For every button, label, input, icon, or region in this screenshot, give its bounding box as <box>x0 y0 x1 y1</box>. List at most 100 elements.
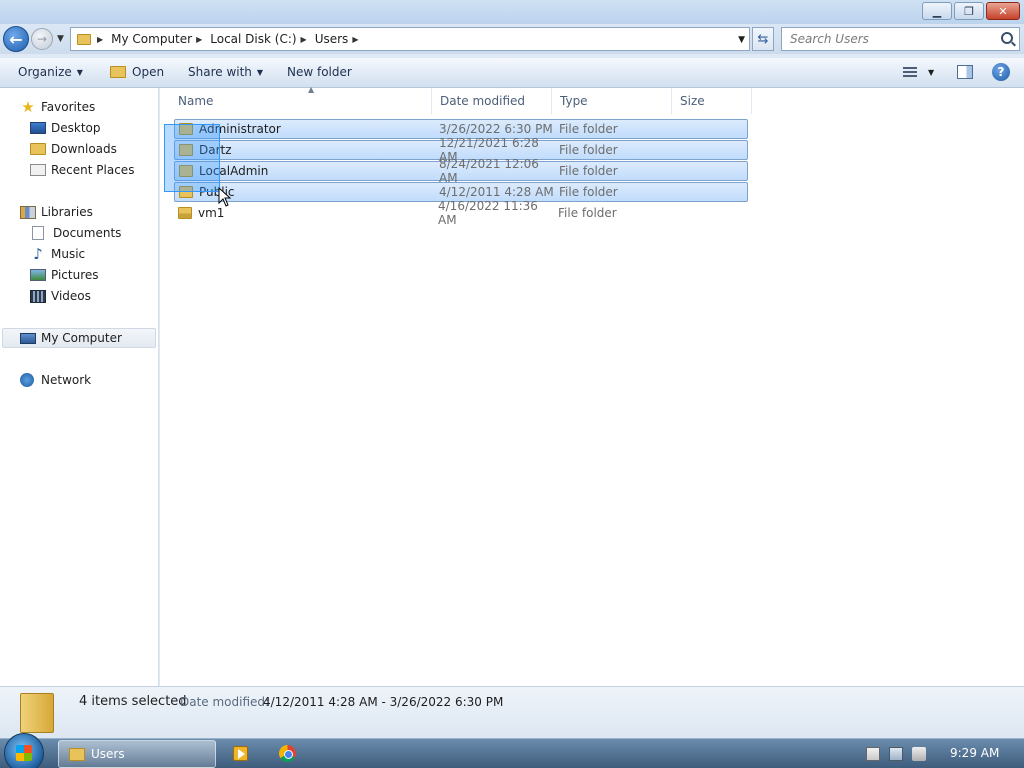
network-status-icon[interactable] <box>889 747 903 761</box>
taskbar: Users 9:29 AM <box>0 733 1024 768</box>
file-type: File folder <box>559 164 618 178</box>
view-options-dropdown[interactable]: ▼ <box>928 68 934 77</box>
sort-ascending-icon: ▲ <box>308 85 315 94</box>
file-name: Public <box>199 185 235 199</box>
locked-folder-icon <box>178 207 192 219</box>
nav-my-computer[interactable]: My Computer <box>2 328 156 348</box>
nav-videos[interactable]: Videos <box>30 286 91 306</box>
start-button[interactable] <box>4 733 44 768</box>
file-name: Dartz <box>199 143 232 157</box>
taskbar-item-users[interactable]: Users <box>58 740 216 768</box>
nav-downloads[interactable]: Downloads <box>30 139 117 159</box>
nav-pictures[interactable]: Pictures <box>30 265 99 285</box>
taskbar-item-label: Users <box>91 747 125 761</box>
date-modified-label: Date modified: <box>180 695 270 709</box>
column-header-date-modified[interactable]: Date modified <box>432 88 552 114</box>
film-strip-icon <box>30 289 46 303</box>
forward-arrow-icon: → <box>36 32 48 46</box>
file-date: 4/16/2022 11:36 AM <box>438 199 538 227</box>
recent-places-icon <box>30 164 46 176</box>
breadcrumb-local-disk[interactable]: Local Disk (C:) ▶ <box>210 32 314 46</box>
address-bar[interactable]: ▶ My Computer ▶ Local Disk (C:) ▶ Users ▶ ▼ <box>70 27 750 51</box>
details-pane: 4 items selected Date modified: 4/12/201… <box>0 686 1024 738</box>
nav-favorites[interactable]: ★ Favorites <box>20 97 95 117</box>
address-row: ← → ▼ ▶ My Computer ▶ Local Disk (C:) ▶ Us… <box>0 24 1024 54</box>
close-button[interactable]: ✕ <box>986 2 1020 20</box>
file-name: Administrator <box>199 122 281 136</box>
open-folder-icon <box>110 66 126 78</box>
preview-pane-icon[interactable] <box>957 65 973 79</box>
selection-count: 4 items selected <box>79 694 187 709</box>
recent-pages-dropdown[interactable]: ▼ <box>57 34 64 44</box>
chevron-down-icon: ▼ <box>256 67 264 77</box>
help-icon[interactable]: ? <box>992 63 1010 81</box>
windows-logo-icon <box>16 745 32 761</box>
forward-button[interactable]: → <box>31 28 53 50</box>
libraries-icon <box>20 205 36 219</box>
navigation-pane: ★ Favorites Desktop Downloads Recent Plac… <box>0 88 159 686</box>
computer-icon <box>20 332 36 344</box>
open-button[interactable]: Open <box>110 65 164 79</box>
back-button[interactable]: ← <box>3 26 29 52</box>
new-folder-button[interactable]: New folder <box>287 65 352 79</box>
file-date: 8/24/2021 12:06 AM <box>439 157 539 185</box>
downloads-folder-icon <box>30 143 46 155</box>
chrome-icon[interactable] <box>279 745 296 762</box>
change-view-icon[interactable] <box>903 67 917 78</box>
nav-recent-places[interactable]: Recent Places <box>30 160 134 180</box>
volume-icon[interactable] <box>912 747 926 761</box>
folder-icon <box>69 747 85 761</box>
action-center-flag-icon[interactable] <box>866 747 880 761</box>
search-icon[interactable] <box>1001 32 1013 44</box>
breadcrumb-users[interactable]: Users ▶ <box>315 32 367 46</box>
nav-documents[interactable]: Documents <box>30 223 121 243</box>
breadcrumb-root-arrow[interactable]: ▶ <box>97 35 111 44</box>
file-list[interactable]: Name ▲ Date modified Type Size Administr… <box>160 85 1024 686</box>
search-box[interactable] <box>781 27 1020 51</box>
star-icon: ★ <box>21 98 35 116</box>
file-type: File folder <box>559 122 618 136</box>
address-dropdown-icon[interactable]: ▼ <box>738 35 745 45</box>
search-input[interactable] <box>790 29 990 49</box>
file-date: 3/26/2022 6:30 PM <box>439 122 553 136</box>
music-note-icon: ♪ <box>33 245 43 263</box>
pictures-icon <box>30 269 46 281</box>
table-row[interactable]: LocalAdmin 8/24/2021 12:06 AM File folde… <box>174 157 748 185</box>
file-type: File folder <box>558 206 617 220</box>
document-icon <box>32 226 44 240</box>
clock[interactable]: 9:29 AM <box>950 746 999 760</box>
table-row[interactable]: vm1 4/16/2022 11:36 AM File folder <box>174 199 748 227</box>
desktop-icon <box>30 122 46 134</box>
command-bar: Organize ▼ Open Share with ▼ New folder ▼ … <box>0 58 1024 88</box>
folder-icon <box>77 33 91 45</box>
column-header-type[interactable]: Type <box>552 88 672 114</box>
file-date: 4/12/2011 4:28 AM <box>439 185 554 199</box>
file-type: File folder <box>559 185 618 199</box>
file-name: LocalAdmin <box>199 164 269 178</box>
media-player-icon[interactable] <box>233 746 248 761</box>
share-with-button[interactable]: Share with ▼ <box>188 65 263 79</box>
network-globe-icon <box>20 373 34 387</box>
refresh-icon: ⇆ <box>757 31 769 47</box>
nav-libraries[interactable]: Libraries <box>20 202 93 222</box>
title-bar: ▁ ❐ ✕ <box>0 0 1024 24</box>
nav-music[interactable]: ♪ Music <box>30 244 85 264</box>
nav-desktop[interactable]: Desktop <box>30 118 101 138</box>
breadcrumb-my-computer[interactable]: My Computer ▶ <box>111 32 210 46</box>
multiple-folders-icon <box>20 693 54 733</box>
selection-marquee <box>164 124 220 192</box>
column-header-name[interactable]: Name ▲ <box>170 85 432 114</box>
file-name: vm1 <box>198 206 225 220</box>
column-header-size[interactable]: Size <box>672 88 752 114</box>
file-type: File folder <box>559 143 618 157</box>
refresh-button[interactable]: ⇆ <box>752 27 774 51</box>
maximize-button[interactable]: ❐ <box>954 2 984 20</box>
system-tray <box>866 747 926 761</box>
date-modified-range: 4/12/2011 4:28 AM - 3/26/2022 6:30 PM <box>263 695 504 709</box>
minimize-button[interactable]: ▁ <box>922 2 952 20</box>
back-arrow-icon: ← <box>9 29 23 49</box>
window-controls: ▁ ❐ ✕ <box>922 2 1020 20</box>
chevron-down-icon: ▼ <box>76 67 83 77</box>
organize-button[interactable]: Organize ▼ <box>18 65 83 79</box>
nav-network[interactable]: Network <box>20 370 91 390</box>
